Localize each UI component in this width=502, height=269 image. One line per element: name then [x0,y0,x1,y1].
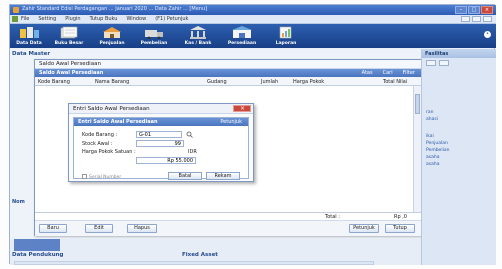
dialog-close-button[interactable] [233,105,251,112]
col-harga-pokok[interactable]: Harga Pokok [293,79,324,85]
col-nama-barang[interactable]: Nama Barang [95,79,129,85]
harga-pokok-label: Harga Pokok Satuan : [82,149,136,155]
saldo-window-band: Saldo Awal Persediaan Atas Cari Filter [35,69,421,77]
app-window: Zahir Standard Edisi Perdagangan ... Jan… [9,4,496,265]
kode-barang-label: Kode Barang : [82,132,118,138]
nomor-label: Nom [12,199,25,205]
minimize-button[interactable]: – [455,6,467,14]
menu-file[interactable]: File [21,16,29,22]
toolbar-penjualan-button[interactable]: Penjualan [94,25,130,47]
title-bar: Zahir Standard Edisi Perdagangan ... Jan… [10,5,496,15]
sales-icon [103,27,121,38]
mdi-restore-button[interactable] [472,16,481,22]
side-links: ran ahasi ikai Penjualan Pembelian asaha… [426,109,449,168]
filter-button[interactable]: Filter [403,70,415,76]
kode-barang-input[interactable] [136,131,182,138]
table-header: Kode Barang Nama Barang Gudang Jumlah Ha… [35,77,421,86]
window-title: Zahir Standard Edisi Perdagangan ... Jan… [22,6,208,12]
menu-app-icon [12,16,18,22]
total-row: Total : Rp ,0 [35,212,421,220]
purchase-icon [145,30,163,39]
screenshot-stage: Zahir Standard Edisi Perdagangan ... Jan… [0,0,502,269]
dialog-petunjuk-link[interactable]: Petunjuk [220,119,242,125]
dialog-band: Entri Saldo Awal Persediaan Petunjuk [74,118,248,126]
side-panel: Fasilitas ran ahasi ikai Penjualan Pembe… [421,49,496,265]
harga-pokok-input[interactable] [136,157,196,164]
dialog-body: Entri Saldo Awal Persediaan Petunjuk Kod… [73,117,249,180]
mdi-minimize-button[interactable] [461,16,470,22]
side-link[interactable]: Penjualan [426,140,449,147]
toolbar-kas-bank-button[interactable]: Kas / Bank [180,25,216,47]
menu-bar: File Setting Plugin Tutup Buku Window (F… [10,15,496,24]
vertical-scrollbar[interactable] [413,86,421,212]
side-link[interactable]: asaha [426,154,449,161]
baru-button[interactable]: Baru [39,224,67,233]
col-jumlah[interactable]: Jumlah [261,79,278,85]
dialog-title: Entri Saldo Awal Persediaan [69,104,253,114]
mdi-close-button[interactable] [483,16,492,22]
stock-awal-input[interactable] [136,140,184,147]
currency-label: IDR [188,149,197,155]
col-gudang[interactable]: Gudang [207,79,227,85]
close-button[interactable]: × [481,6,493,14]
edit-button[interactable]: Edit [85,224,113,233]
data-pendukung-label: Data Pendukung [12,252,64,258]
menu-tutup-buku[interactable]: Tutup Buku [90,16,118,22]
side-tab-1[interactable] [426,60,436,66]
ledger-icon [60,26,78,39]
horizontal-scrollbar[interactable] [14,261,374,265]
toolbar-buku-besar-button[interactable]: Buku Besar [50,25,88,47]
fixed-asset-label: Fixed Asset [182,252,218,258]
side-link[interactable]: asaha [426,161,449,168]
toolbar-pembelian-button[interactable]: Pembelian [136,25,172,47]
stock-awal-label: Stock Awal : [82,141,113,147]
saldo-window-title: Saldo Awal Persediaan [35,60,421,69]
side-link[interactable]: ikai [426,133,449,140]
col-kode-barang[interactable]: Kode Barang [38,79,70,85]
toolbar: Data Data Buku Besar Penjualan Pembelian… [10,24,496,48]
side-link[interactable]: ahasi [426,116,449,123]
toolbar-laporan-button[interactable]: Laporan [268,25,304,47]
side-panel-header: Fasilitas [422,49,496,58]
lookup-icon[interactable] [186,131,193,138]
bank-icon [190,26,206,39]
batal-button[interactable]: Batal [168,172,202,180]
petunjuk-button[interactable]: Petunjuk [349,224,379,233]
side-link[interactable]: ran [426,109,449,116]
side-tab-2[interactable] [439,60,449,66]
scrollbar-thumb[interactable] [415,94,420,114]
toolbar-help-icon[interactable]: • [484,31,491,38]
menu-setting[interactable]: Setting [38,16,56,22]
entri-saldo-dialog: Entri Saldo Awal Persediaan Entri Saldo … [68,103,254,182]
hapus-button[interactable]: Hapus [127,224,157,233]
thumbnail-strip [14,239,60,251]
side-link[interactable]: Pembelian [426,147,449,154]
data-master-label: Data Master [12,51,51,57]
rekam-button[interactable]: Rekam [206,172,240,180]
toolbar-data-button[interactable]: Data Data [12,25,46,47]
app-icon [13,7,19,13]
data-icon [20,27,39,38]
checkbox-box[interactable] [82,174,87,179]
inventory-icon [232,26,252,38]
tutup-button[interactable]: Tutup [385,224,415,233]
window-controls: – □ × [455,6,493,14]
report-icon [279,26,292,39]
toolbar-persediaan-button[interactable]: Persediaan [223,25,261,47]
menu-window[interactable]: Window [126,16,146,22]
maximize-button[interactable]: □ [468,6,480,14]
menu-plugin[interactable]: Plugin [65,16,80,22]
col-total-nilai[interactable]: Total Nilai [383,79,407,85]
serial-number-checkbox[interactable]: Serial Number [82,174,121,180]
cari-button[interactable]: Cari [383,70,393,76]
menu-petunjuk[interactable]: (F1) Petunjuk [155,16,188,22]
atas-button[interactable]: Atas [362,70,373,76]
saldo-button-bar: Baru Edit Hapus Petunjuk Tutup [35,220,421,236]
